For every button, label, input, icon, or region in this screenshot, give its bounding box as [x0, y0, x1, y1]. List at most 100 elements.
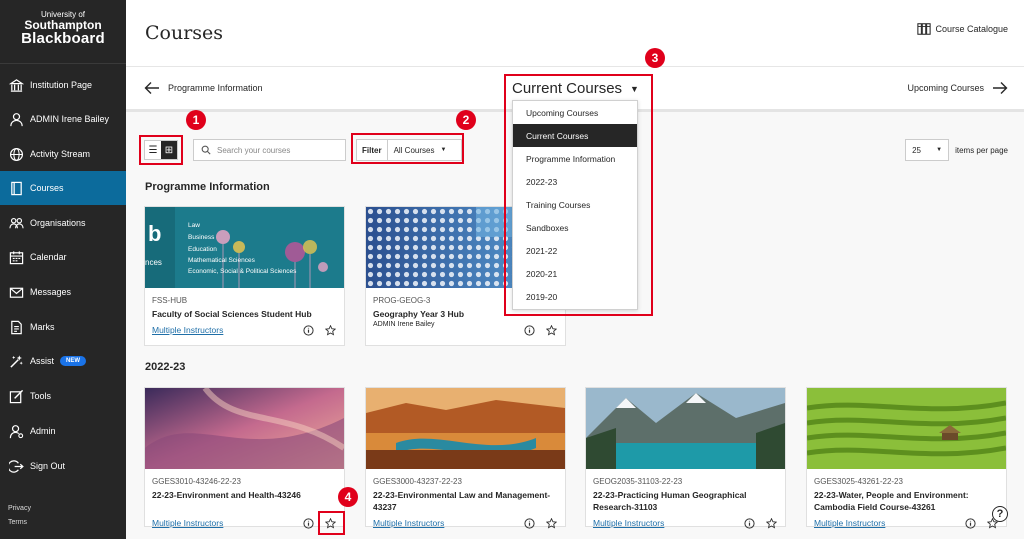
instructors-link[interactable]: Multiple Instructors — [373, 518, 444, 528]
annotation-box-2 — [351, 133, 464, 164]
course-catalogue-link[interactable]: Course Catalogue — [917, 22, 1008, 36]
sidebar-item-calendar[interactable]: Calendar — [0, 240, 126, 274]
user-icon — [8, 111, 24, 127]
course-name[interactable]: 22-23-Environment and Health-43246 — [152, 489, 342, 501]
globe-icon — [8, 146, 24, 162]
people-icon — [8, 215, 24, 231]
sidebar-item-profile[interactable]: ADMIN Irene Bailey — [0, 102, 126, 136]
sidebar-item-organisations[interactable]: Organisations — [0, 206, 126, 240]
per-page-select[interactable]: 25 ▼ — [905, 139, 950, 161]
image-text: nces — [145, 258, 162, 267]
sidebar-item-label: Calendar — [30, 252, 67, 262]
tools-icon — [8, 388, 24, 404]
info-icon[interactable] — [521, 516, 537, 530]
assist-icon — [8, 353, 24, 369]
course-code: PROG-GEOG-3 — [373, 296, 431, 305]
instructors-link[interactable]: Multiple Instructors — [152, 518, 223, 528]
course-name[interactable]: Faculty of Social Sciences Student Hub — [152, 308, 342, 320]
arrow-right-icon — [993, 82, 1008, 94]
course-image: b nces Law Business Education Mathematic… — [145, 207, 344, 288]
sidebar-item-institution-page[interactable]: Institution Page — [0, 68, 126, 102]
image-text: Business — [188, 234, 215, 241]
course-code: GEOG2035-31103-22-23 — [593, 477, 683, 486]
course-image — [366, 388, 565, 469]
admin-icon — [8, 423, 24, 439]
sidebar-item-label: Assist — [30, 356, 55, 366]
favorite-star-icon[interactable] — [543, 516, 559, 530]
instructor-name: ADMIN Irene Bailey — [373, 321, 435, 328]
help-icon[interactable]: ? — [992, 506, 1008, 522]
course-name[interactable]: 22-23-Practicing Human Geographical Rese… — [593, 489, 783, 513]
logo-line3: Blackboard — [21, 30, 105, 47]
sidebar-item-courses[interactable]: Courses — [0, 171, 126, 205]
course-card[interactable]: b nces Law Business Education Mathematic… — [144, 206, 345, 346]
sidebar-item-label: Tools — [30, 391, 52, 401]
image-text: Law — [188, 222, 200, 229]
sidebar-item-label: Courses — [30, 183, 64, 193]
course-image — [586, 388, 785, 469]
annotation-marker-2: 2 — [456, 110, 476, 130]
sidebar-item-messages[interactable]: Messages — [0, 275, 126, 309]
info-icon[interactable] — [962, 516, 978, 530]
course-image — [807, 388, 1006, 469]
institution-icon — [8, 77, 24, 93]
app-root: University of Southampton Blackboard Ins… — [0, 0, 1024, 539]
per-page-label: items per page — [955, 145, 1008, 155]
arrow-left-icon — [144, 82, 159, 94]
course-name[interactable]: 22-23-Environmental Law and Management-4… — [373, 489, 563, 513]
info-icon[interactable] — [741, 516, 757, 530]
signout-icon — [8, 458, 24, 474]
image-text: Mathematical Sciences — [188, 257, 256, 264]
page-title: Courses — [145, 22, 224, 44]
terms-link[interactable]: Terms — [8, 519, 27, 526]
course-image — [145, 388, 344, 469]
section-title: Programme Information — [145, 181, 270, 193]
previous-term-link[interactable]: Programme Information — [144, 81, 263, 95]
image-text: Education — [188, 246, 217, 253]
sidebar-item-label: Activity Stream — [30, 149, 91, 159]
sidebar-item-tools[interactable]: Tools — [0, 379, 126, 413]
instructors-link[interactable]: Multiple Instructors — [152, 325, 223, 335]
sidebar-item-sign-out[interactable]: Sign Out — [0, 449, 126, 483]
favorite-star-icon[interactable] — [322, 323, 338, 337]
caret-down-icon: ▼ — [936, 147, 943, 153]
course-card[interactable]: GGES3000-43237-22-23 22-23-Environmental… — [365, 387, 566, 530]
favorite-star-icon[interactable] — [543, 323, 559, 337]
annotation-box-3 — [504, 74, 653, 316]
catalogue-icon — [917, 23, 932, 35]
course-name[interactable]: 22-23-Water, People and Environment: Cam… — [814, 489, 1004, 513]
course-card[interactable]: GEOG2035-31103-22-23 22-23-Practicing Hu… — [585, 387, 786, 530]
card-actions — [294, 323, 338, 337]
annotation-marker-3: 3 — [645, 48, 665, 68]
course-card[interactable]: GGES3010-43246-22-23 22-23-Environment a… — [144, 387, 345, 530]
course-code: GGES3010-43246-22-23 — [152, 477, 241, 486]
next-term-label: Upcoming Courses — [907, 83, 984, 93]
course-code: GGES3000-43237-22-23 — [373, 477, 462, 486]
sidebar-item-activity-stream[interactable]: Activity Stream — [0, 137, 126, 171]
favorite-star-icon[interactable] — [763, 516, 779, 530]
sidebar-item-label: Admin — [30, 426, 56, 436]
catalogue-label: Course Catalogue — [935, 24, 1008, 34]
annotation-marker-4: 4 — [338, 487, 358, 507]
logo[interactable]: University of Southampton Blackboard — [0, 10, 126, 47]
sidebar-item-marks[interactable]: Marks — [0, 310, 126, 344]
search-input[interactable]: Search your courses — [193, 139, 346, 161]
new-badge: NEW — [60, 356, 87, 366]
course-card[interactable]: GGES3025-43261-22-23 22-23-Water, People… — [806, 387, 1007, 530]
calendar-icon — [8, 249, 24, 265]
card-actions — [735, 516, 779, 530]
sidebar-item-label: ADMIN Irene Bailey — [30, 114, 110, 124]
sidebar-item-assist[interactable]: Assist NEW — [0, 344, 126, 378]
info-icon[interactable] — [521, 323, 537, 337]
instructors-link[interactable]: Multiple Instructors — [593, 518, 664, 528]
privacy-link[interactable]: Privacy — [8, 505, 31, 512]
instructors-link[interactable]: Multiple Instructors — [814, 518, 885, 528]
book-icon — [8, 180, 24, 196]
per-page-value: 25 — [912, 145, 921, 155]
info-icon[interactable] — [300, 516, 316, 530]
sidebar: University of Southampton Blackboard Ins… — [0, 0, 126, 539]
next-term-link[interactable]: Upcoming Courses — [907, 81, 1008, 95]
info-icon[interactable] — [300, 323, 316, 337]
envelope-icon — [8, 284, 24, 300]
sidebar-item-admin[interactable]: Admin — [0, 414, 126, 448]
